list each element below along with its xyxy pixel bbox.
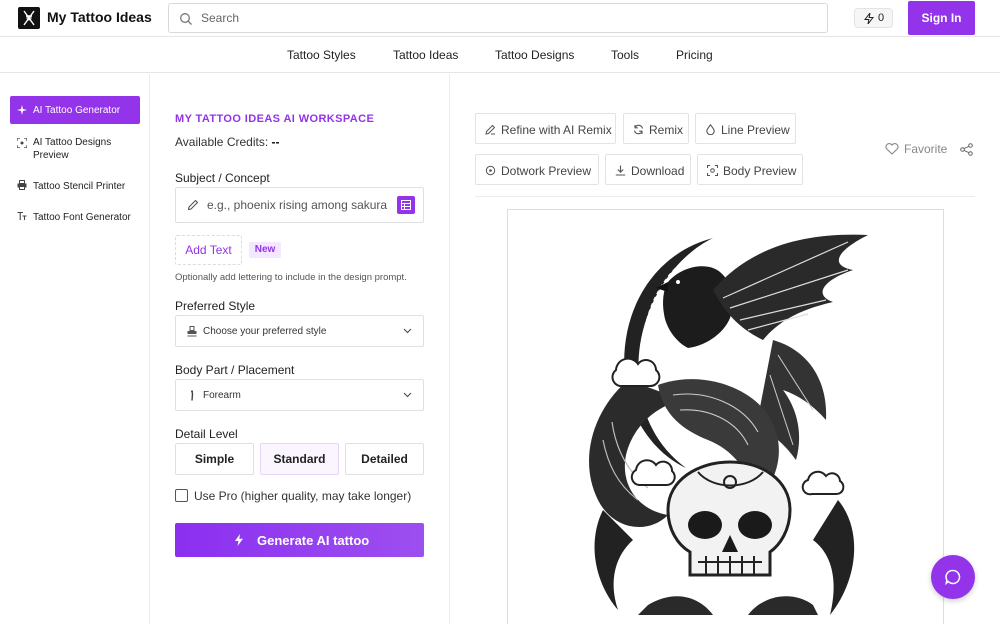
credits-value: -- <box>271 135 280 149</box>
sparkle-icon <box>17 105 27 115</box>
arm-icon <box>191 390 194 401</box>
pencil-icon <box>187 199 199 211</box>
style-select[interactable]: Choose your preferred style <box>175 315 424 347</box>
template-button[interactable] <box>397 196 415 214</box>
favorite-label: Favorite <box>904 142 948 156</box>
generator-form: MY TATTOO IDEAS AI WORKSPACE Available C… <box>150 74 450 624</box>
top-bar: My Tattoo Ideas 0 Sign In <box>0 0 1000 37</box>
detail-standard-button[interactable]: Standard <box>260 443 339 475</box>
toolbar-button-label: Body Preview <box>723 164 797 178</box>
workspace-heading: MY TATTOO IDEAS AI WORKSPACE <box>175 113 375 125</box>
edit-icon <box>485 124 496 135</box>
style-label: Preferred Style <box>175 299 256 313</box>
bolt-icon <box>864 13 874 24</box>
search-icon <box>180 13 192 25</box>
sidebar-item-label: Tattoo Stencil Printer <box>33 181 126 192</box>
new-badge: New <box>249 242 281 258</box>
font-icon <box>17 211 27 220</box>
sidebar-item-label: AI Tattoo Designs Preview <box>33 137 112 161</box>
remix-button[interactable]: Remix <box>623 113 689 144</box>
toolbar-button-label: Dotwork Preview <box>501 164 592 178</box>
stamp-icon <box>187 326 197 337</box>
bolt-icon <box>235 534 243 546</box>
droplet-icon <box>706 124 715 135</box>
credits-label: Available Credits: <box>175 135 269 149</box>
generate-button[interactable]: Generate AI tattoo <box>175 523 424 557</box>
target-icon <box>485 165 496 176</box>
placement-select[interactable]: Forearm <box>175 379 424 411</box>
style-select-value: Choose your preferred style <box>203 326 327 337</box>
refine-with-ai-remix-button[interactable]: Refine with AI Remix <box>475 113 616 144</box>
detail-label: Detail Level <box>175 427 238 441</box>
main-nav: Tattoo Styles Tattoo Ideas Tattoo Design… <box>0 37 1000 73</box>
preview-panel: Refine with AI Remix Remix Line Preview … <box>450 74 1000 624</box>
download-button[interactable]: Download <box>605 154 691 185</box>
subject-input[interactable] <box>207 188 389 222</box>
share-icon[interactable] <box>960 143 973 156</box>
add-text-button[interactable]: Add Text <box>175 235 242 265</box>
placement-select-value: Forearm <box>203 390 241 401</box>
refresh-icon <box>633 124 644 135</box>
nav-pricing[interactable]: Pricing <box>676 48 713 62</box>
nav-tattoo-styles[interactable]: Tattoo Styles <box>287 48 356 62</box>
subject-label: Subject / Concept <box>175 171 270 185</box>
toolbar-button-label: Line Preview <box>721 123 790 137</box>
search-bar[interactable] <box>168 3 828 33</box>
sidebar-item-label: Tattoo Font Generator <box>33 212 131 223</box>
nav-tattoo-ideas[interactable]: Tattoo Ideas <box>393 48 458 62</box>
sidebar-item-label: AI Tattoo Generator <box>33 105 121 116</box>
tattoo-design-artwork <box>589 234 868 615</box>
nav-tattoo-designs[interactable]: Tattoo Designs <box>495 48 574 62</box>
sidebar-item-tattoo-stencil-printer[interactable]: Tattoo Stencil Printer <box>10 180 140 194</box>
chevron-down-icon <box>403 392 412 398</box>
use-pro-label[interactable]: Use Pro (higher quality, may take longer… <box>194 489 411 503</box>
logo-icon[interactable] <box>18 7 40 29</box>
credits-badge[interactable]: 0 <box>854 8 893 28</box>
scan-icon <box>707 165 718 176</box>
detail-simple-button[interactable]: Simple <box>175 443 254 475</box>
use-pro-checkbox[interactable] <box>175 489 188 502</box>
dotwork-preview-button[interactable]: Dotwork Preview <box>475 154 599 185</box>
body-preview-button[interactable]: Body Preview <box>697 154 803 185</box>
toolbar-button-label: Remix <box>649 123 684 137</box>
download-icon <box>615 165 626 176</box>
available-credits: Available Credits: -- <box>175 135 280 149</box>
chat-button[interactable] <box>931 555 975 599</box>
printer-icon <box>17 180 27 190</box>
subject-field[interactable] <box>175 187 424 223</box>
toolbar-button-label: Refine with AI Remix <box>501 123 612 137</box>
line-preview-button[interactable]: Line Preview <box>695 113 796 144</box>
nav-tools[interactable]: Tools <box>611 48 639 62</box>
detail-detailed-button[interactable]: Detailed <box>345 443 424 475</box>
search-input[interactable] <box>201 4 801 32</box>
chevron-down-icon <box>403 328 412 334</box>
generate-button-label: Generate AI tattoo <box>257 533 370 548</box>
brand-name[interactable]: My Tattoo Ideas <box>47 9 152 25</box>
toolbar-divider <box>475 196 975 197</box>
sidebar-item-ai-tattoo-generator[interactable]: AI Tattoo Generator <box>10 96 140 124</box>
sign-in-button[interactable]: Sign In <box>908 1 975 35</box>
sidebar-item-tattoo-font-generator[interactable]: Tattoo Font Generator <box>10 211 140 225</box>
tattoo-preview-image <box>507 209 944 624</box>
grid-icon <box>401 200 411 210</box>
sidebar-item-ai-tattoo-designs-preview[interactable]: AI Tattoo Designs Preview <box>10 136 140 162</box>
lettering-hint: Optionally add lettering to include in t… <box>175 272 407 283</box>
sidebar: AI Tattoo Generator AI Tattoo Designs Pr… <box>0 74 150 624</box>
heart-icon <box>885 143 899 155</box>
scan-icon <box>17 138 27 148</box>
toolbar-button-label: Download <box>631 164 685 178</box>
chat-bubble-icon <box>945 569 961 586</box>
credits-count: 0 <box>878 12 885 24</box>
placement-label: Body Part / Placement <box>175 363 295 377</box>
